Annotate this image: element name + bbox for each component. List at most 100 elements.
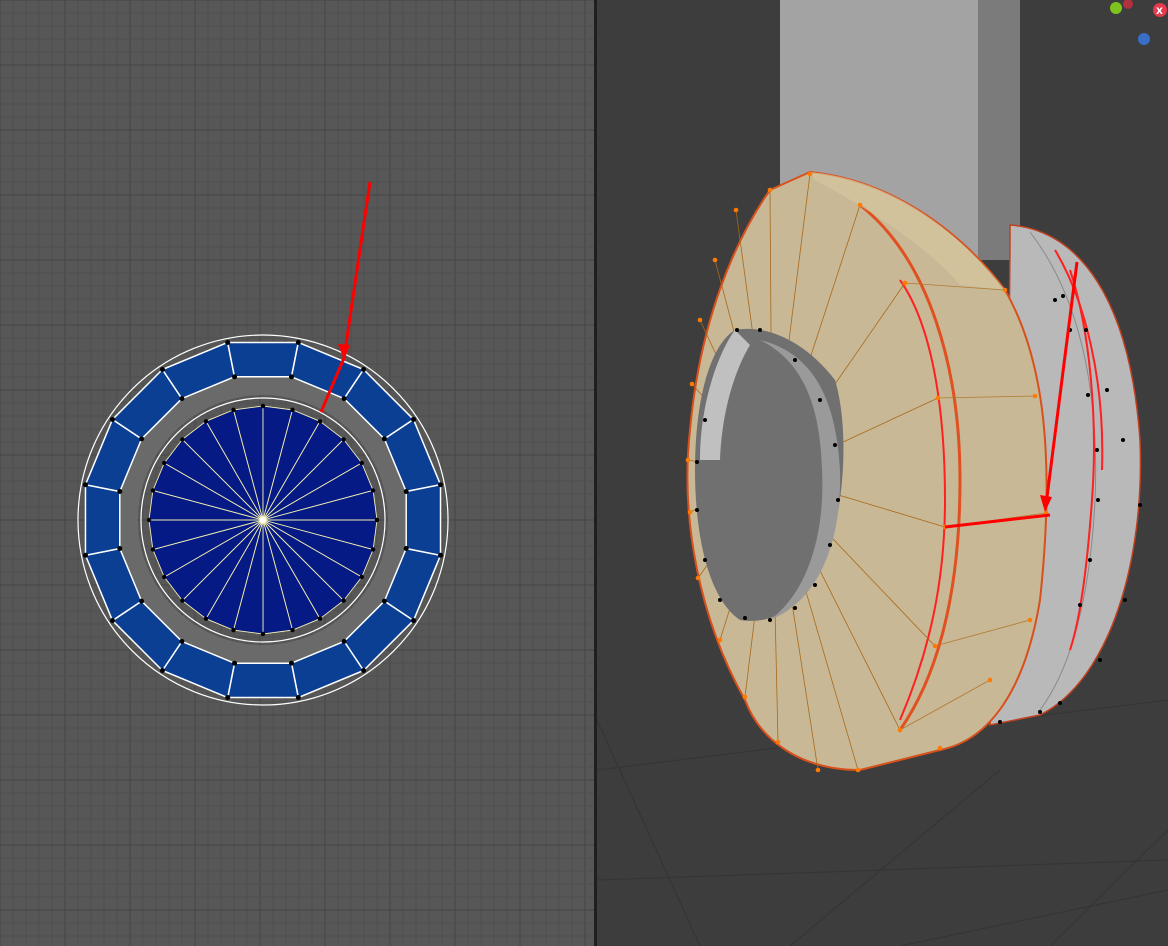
uv-vertex[interactable] (361, 667, 367, 673)
wheel-front-vertex[interactable] (775, 739, 781, 745)
uv-vertex[interactable] (232, 374, 238, 380)
hub-vertex[interactable] (703, 558, 707, 562)
uv-vertex[interactable] (341, 396, 347, 402)
wheel-front-vertex[interactable] (902, 280, 908, 286)
wheel-front-vertex[interactable] (695, 575, 701, 581)
uv-vertex[interactable] (317, 419, 323, 424)
uv-vertex[interactable] (225, 695, 231, 701)
wheel-back-vertex[interactable] (1061, 294, 1065, 298)
wheel-front-vertex[interactable] (987, 677, 993, 683)
wheel-front-vertex[interactable] (742, 694, 748, 700)
uv-vertex[interactable] (403, 545, 409, 551)
uv-vertex[interactable] (359, 460, 364, 466)
uv-vertex[interactable] (410, 618, 416, 624)
wheel-back-vertex[interactable] (1088, 558, 1092, 562)
hub-vertex[interactable] (793, 358, 797, 362)
wheel-back-vertex[interactable] (1058, 701, 1062, 705)
uv-vertex[interactable] (370, 547, 376, 552)
uv-vertex[interactable] (162, 574, 167, 580)
hub-vertex[interactable] (836, 498, 840, 502)
hub-vertex[interactable] (758, 328, 762, 332)
uv-face-outer[interactable] (405, 483, 442, 557)
uv-vertex[interactable] (110, 618, 116, 624)
uv-vertex[interactable] (361, 367, 367, 373)
uv-vertex[interactable] (231, 407, 236, 413)
uv-vertex[interactable] (117, 545, 123, 551)
uv-vertex[interactable] (225, 339, 231, 345)
gizmo-y-axis[interactable] (1110, 2, 1122, 14)
uv-vertex[interactable] (260, 631, 266, 637)
wheel-front-vertex[interactable] (733, 207, 739, 213)
wheel-back-vertex[interactable] (1138, 503, 1142, 507)
wheel-front-vertex[interactable] (932, 643, 938, 649)
uv-vertex[interactable] (203, 419, 209, 424)
uv-vertex[interactable] (295, 339, 301, 345)
hub-vertex[interactable] (703, 418, 707, 422)
uv-vertex[interactable] (203, 616, 209, 621)
wheel-front-vertex[interactable] (712, 257, 718, 263)
wheel-front-vertex[interactable] (697, 317, 703, 323)
uv-face-outer[interactable] (84, 483, 121, 557)
uv-vertex[interactable] (110, 416, 116, 422)
wheel-back-vertex[interactable] (998, 720, 1002, 724)
uv-vertex[interactable] (139, 436, 145, 442)
uv-vertex[interactable] (179, 638, 185, 644)
wheel-front-vertex[interactable] (767, 187, 773, 193)
wheel-back-vertex[interactable] (1084, 328, 1088, 332)
wheel-front-vertex[interactable] (855, 767, 861, 773)
uv-vertex[interactable] (288, 374, 294, 380)
wheel-back-vertex[interactable] (1121, 438, 1125, 442)
uv-vertex[interactable] (117, 489, 123, 495)
uv-vertex[interactable] (139, 598, 145, 604)
uv-vertex[interactable] (317, 616, 323, 621)
gizmo-z-axis[interactable] (1138, 33, 1150, 45)
uv-vertex[interactable] (290, 407, 295, 413)
hub-vertex[interactable] (828, 543, 832, 547)
hub-vertex[interactable] (793, 606, 797, 610)
wheel-back-vertex[interactable] (1123, 598, 1127, 602)
uv-editor-panel[interactable] (0, 0, 594, 946)
uv-vertex[interactable] (180, 598, 185, 603)
wheel-front-vertex[interactable] (1027, 617, 1033, 623)
wheel-front-vertex[interactable] (1032, 393, 1038, 399)
wheel-back-vertex[interactable] (1086, 393, 1090, 397)
wheel-front-vertex[interactable] (937, 745, 943, 751)
uv-face-outer[interactable] (226, 341, 300, 378)
wheel-back-vertex[interactable] (1096, 498, 1100, 502)
hub-vertex[interactable] (743, 616, 747, 620)
uv-vertex[interactable] (231, 627, 236, 633)
hub-vertex[interactable] (768, 618, 772, 622)
uv-vertex[interactable] (82, 552, 88, 558)
uv-vertex[interactable] (295, 695, 301, 701)
wheel-front-vertex[interactable] (689, 381, 695, 387)
wheel-front-vertex[interactable] (935, 395, 941, 401)
wheel-front-vertex[interactable] (815, 767, 821, 773)
wheel-back-vertex[interactable] (1098, 658, 1102, 662)
uv-vertex[interactable] (341, 437, 346, 442)
wheel-front-vertex[interactable] (857, 202, 863, 208)
uv-vertex[interactable] (381, 436, 387, 442)
wheel-front-vertex[interactable] (687, 509, 693, 515)
uv-face-outer[interactable] (226, 662, 300, 699)
wheel-front-vertex[interactable] (1002, 287, 1008, 293)
hub-vertex[interactable] (818, 398, 822, 402)
uv-vertex[interactable] (179, 396, 185, 402)
uv-vertex[interactable] (146, 517, 152, 523)
uv-vertex[interactable] (232, 660, 238, 666)
3d-viewport-panel[interactable]: X (597, 0, 1168, 946)
uv-vertex[interactable] (410, 416, 416, 422)
wheel-back-vertex[interactable] (1105, 388, 1109, 392)
viewport-canvas[interactable]: X (597, 0, 1168, 946)
uv-vertex[interactable] (374, 517, 380, 523)
uv-vertex[interactable] (438, 552, 444, 558)
uv-vertex[interactable] (359, 574, 364, 580)
uv-vertex[interactable] (438, 482, 444, 488)
uv-vertex[interactable] (381, 598, 387, 604)
uv-vertex[interactable] (341, 598, 346, 603)
hub-vertex[interactable] (718, 598, 722, 602)
uv-center-vertex[interactable] (260, 517, 266, 523)
uv-vertex[interactable] (370, 488, 376, 493)
hub-vertex[interactable] (695, 460, 699, 464)
uv-vertex[interactable] (150, 547, 156, 552)
wheel-back-vertex[interactable] (1078, 603, 1082, 607)
